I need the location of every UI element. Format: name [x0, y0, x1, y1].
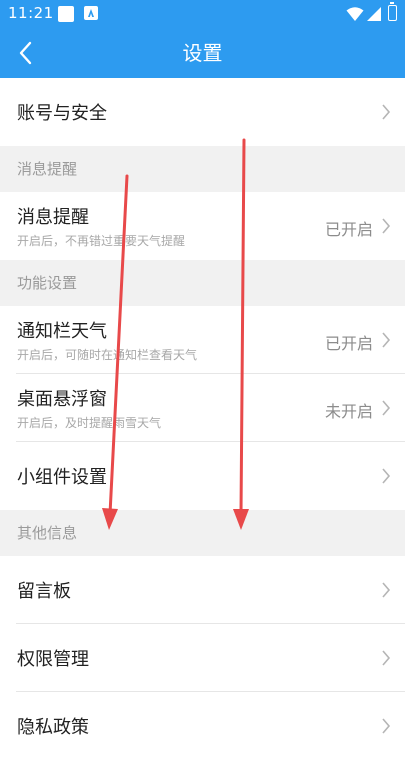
row-status-value: 未开启: [324, 402, 373, 421]
row-subtitle: 开启后，不再错过重要天气提醒: [17, 234, 186, 248]
chevron-right-icon: [382, 468, 391, 484]
row-title: 消息提醒: [17, 207, 89, 228]
section-label: 功能设置: [17, 274, 78, 292]
chevron-right-icon: [382, 332, 391, 348]
account-security-row[interactable]: 账号与安全: [0, 78, 405, 146]
message-board-row[interactable]: 留言板: [0, 556, 405, 624]
permission-management-row[interactable]: 权限管理: [0, 624, 405, 692]
row-title: 账号与安全: [17, 103, 107, 124]
row-subtitle: 开启后，及时提醒雨雪天气: [17, 416, 162, 430]
row-title: 小组件设置: [17, 467, 107, 488]
notification-square-icon: [58, 6, 74, 22]
row-title: 桌面悬浮窗: [17, 389, 107, 410]
battery-icon: [388, 2, 397, 21]
row-status-value: 已开启: [324, 334, 373, 353]
section-label: 其他信息: [17, 524, 78, 542]
message-remind-row[interactable]: 消息提醒 开启后，不再错过重要天气提醒 已开启: [0, 192, 405, 260]
chevron-right-icon: [382, 582, 391, 598]
chevron-right-icon: [382, 650, 391, 666]
wifi-icon: [346, 7, 364, 21]
signal-icon: [367, 7, 381, 21]
desktop-float-window-row[interactable]: 桌面悬浮窗 开启后，及时提醒雨雪天气 未开启: [0, 374, 405, 442]
chevron-right-icon: [382, 104, 391, 120]
status-bar: 11:21: [0, 0, 405, 28]
privacy-policy-row[interactable]: 隐私政策: [0, 692, 405, 760]
back-arrow-icon: [19, 41, 32, 65]
nav-bar: 设置: [0, 28, 405, 78]
section-header-other: 其他信息: [0, 510, 405, 556]
chevron-right-icon: [382, 218, 391, 234]
settings-list: 账号与安全 消息提醒 消息提醒 开启后，不再错过重要天气提醒 已开启 功能设置 …: [0, 78, 405, 760]
widget-settings-row[interactable]: 小组件设置: [0, 442, 405, 510]
section-label: 消息提醒: [17, 160, 78, 178]
chevron-right-icon: [382, 400, 391, 416]
row-subtitle: 开启后，可随时在通知栏查看天气: [17, 348, 198, 362]
back-button[interactable]: [10, 36, 44, 70]
status-time: 11:21: [8, 4, 54, 22]
row-title: 隐私政策: [17, 717, 89, 738]
notification-a-icon: [84, 6, 98, 20]
row-title: 权限管理: [17, 649, 89, 670]
row-title: 留言板: [17, 581, 71, 602]
section-header-message: 消息提醒: [0, 146, 405, 192]
section-header-function: 功能设置: [0, 260, 405, 306]
notification-bar-weather-row[interactable]: 通知栏天气 开启后，可随时在通知栏查看天气 已开启: [0, 306, 405, 374]
row-status-value: 已开启: [324, 220, 373, 239]
page-title: 设置: [182, 41, 223, 65]
row-title: 通知栏天气: [17, 321, 107, 342]
